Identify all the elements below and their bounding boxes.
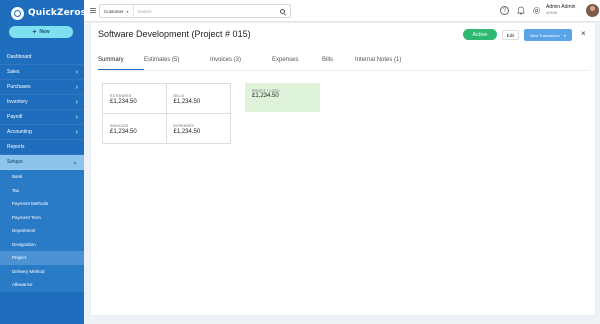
sidebar-item-label: Accounting bbox=[7, 129, 32, 135]
user-role: ADMIN bbox=[546, 11, 558, 15]
sidebar-subitem-allowance[interactable]: Allowance bbox=[0, 278, 84, 292]
close-icon[interactable]: × bbox=[581, 30, 586, 38]
search-bar: Customer ▾ bbox=[99, 4, 291, 18]
summary-value: £1,234.50 bbox=[173, 99, 201, 105]
gear-icon[interactable] bbox=[532, 6, 541, 15]
sidebar-item-dashboard[interactable]: Dashboard bbox=[0, 50, 84, 65]
chevron-right-icon: › bbox=[75, 113, 78, 121]
sidebar-subitem-project[interactable]: Project bbox=[0, 251, 84, 265]
sidebar-item-setups[interactable]: Setups ⌄ bbox=[0, 155, 84, 170]
sidebar-item-purchases[interactable]: Purchases › bbox=[0, 80, 84, 95]
summary-card-estimates[interactable]: ESTIMATES £1,234.50 bbox=[103, 84, 167, 114]
sidebar-subitem-payment-term[interactable]: Payment Term bbox=[0, 211, 84, 225]
chevron-down-icon: ⌄ bbox=[72, 158, 78, 166]
sidebar-item-accounting[interactable]: Accounting › bbox=[0, 125, 84, 140]
status-badge[interactable]: Active bbox=[463, 29, 497, 40]
sidebar-item-label: Sales bbox=[7, 69, 20, 75]
setups-submenu: Bank Tax Payment Methods Payment Term De… bbox=[0, 170, 84, 292]
bell-icon[interactable] bbox=[516, 6, 525, 15]
sidebar-item-label: Payroll bbox=[7, 114, 23, 120]
sidebar-subitem-delivery-method[interactable]: Delivery Method bbox=[0, 265, 84, 279]
sidebar-item-payroll[interactable]: Payroll › bbox=[0, 110, 84, 125]
summary-card-bills[interactable]: BILLS £1,234.50 bbox=[166, 84, 230, 114]
sidebar-item-label: Reports bbox=[7, 144, 25, 150]
sidebar-subitem-payment-methods[interactable]: Payment Methods bbox=[0, 197, 84, 211]
summary-value: £1,234.50 bbox=[252, 93, 279, 99]
tabs-divider bbox=[98, 70, 590, 71]
logo-icon bbox=[11, 6, 24, 20]
chevron-right-icon: › bbox=[75, 98, 78, 106]
sidebar-item-label: Setups bbox=[7, 159, 23, 165]
tab-bills[interactable]: Bills bbox=[322, 56, 355, 70]
summary-label: INVOICES bbox=[110, 123, 129, 128]
main-panel: Software Development (Project # 015) Act… bbox=[90, 22, 596, 316]
sidebar-item-label: Inventory bbox=[7, 99, 28, 105]
sidebar-nav: Dashboard Sales › Purchases › Inventory … bbox=[0, 50, 84, 292]
tab-expenses[interactable]: Expenses bbox=[272, 56, 322, 70]
sidebar-subitem-department[interactable]: Department bbox=[0, 224, 84, 238]
summary-label: ESTIMATES bbox=[110, 94, 132, 98]
summary-card-expenses[interactable]: EXPENSES £1,234.50 bbox=[167, 114, 231, 144]
app-name: QuickZeros bbox=[28, 8, 87, 18]
chevron-right-icon: › bbox=[75, 68, 78, 76]
tab-bar: Summary Estimates (5) Invoices (3) Expen… bbox=[98, 56, 415, 70]
summary-value: £1,234.50 bbox=[173, 128, 201, 135]
chevron-right-icon: › bbox=[75, 128, 78, 136]
search-icon[interactable] bbox=[280, 8, 285, 14]
search-type-label: Customer bbox=[104, 8, 124, 14]
summary-value: £1,234.50 bbox=[110, 128, 137, 135]
help-icon[interactable]: ? bbox=[500, 6, 509, 15]
tab-estimates[interactable]: Estimates (5) bbox=[144, 56, 210, 70]
summary-grid: ESTIMATES £1,234.50 BILLS £1,234.50 INVO… bbox=[102, 83, 231, 144]
edit-button[interactable]: Edit bbox=[502, 30, 519, 40]
top-bar: Customer ▾ ? Admin Admin ADMIN bbox=[84, 0, 600, 22]
sidebar: QuickZeros + New Dashboard Sales › Purch… bbox=[0, 0, 86, 324]
profit-loss-card: PROFIT / LOSS £1,234.50 bbox=[245, 83, 320, 112]
sidebar-item-inventory[interactable]: Inventory › bbox=[0, 95, 84, 110]
new-button-label: New bbox=[39, 29, 50, 35]
avatar[interactable] bbox=[586, 4, 599, 17]
search-input[interactable] bbox=[133, 8, 280, 14]
sidebar-item-sales[interactable]: Sales › bbox=[0, 65, 84, 80]
summary-label: EXPENSES bbox=[173, 123, 194, 128]
tab-invoices[interactable]: Invoices (3) bbox=[210, 56, 272, 70]
search-type-select[interactable]: Customer ▾ bbox=[100, 5, 134, 17]
app-logo[interactable]: QuickZeros bbox=[11, 6, 86, 20]
tab-summary[interactable]: Summary bbox=[98, 56, 144, 70]
sidebar-item-reports[interactable]: Reports bbox=[0, 140, 84, 155]
summary-value: £1,234.50 bbox=[110, 99, 137, 105]
summary-label: BILLS bbox=[173, 94, 185, 98]
user-info[interactable]: Admin Admin ADMIN bbox=[546, 4, 575, 15]
new-transaction-button[interactable]: New Transaction ▾ bbox=[524, 29, 572, 41]
sidebar-subitem-tax[interactable]: Tax bbox=[0, 184, 84, 198]
chevron-right-icon: › bbox=[75, 83, 78, 91]
sidebar-subitem-bank[interactable]: Bank bbox=[0, 170, 84, 184]
summary-card-invoices[interactable]: INVOICES £1,234.50 bbox=[103, 113, 167, 143]
page-title: Software Development (Project # 015) bbox=[98, 29, 251, 39]
menu-toggle-icon[interactable] bbox=[90, 8, 96, 13]
new-transaction-label: New Transaction bbox=[530, 32, 560, 38]
tab-internal-notes[interactable]: Internal Notes (1) bbox=[355, 56, 415, 70]
sidebar-item-label: Purchases bbox=[7, 84, 31, 90]
chevron-down-icon: ▾ bbox=[563, 32, 566, 38]
plus-icon: + bbox=[32, 28, 37, 36]
new-button[interactable]: + New bbox=[9, 26, 73, 38]
chevron-down-icon: ▾ bbox=[126, 8, 129, 14]
sidebar-subitem-designation[interactable]: Designation bbox=[0, 238, 84, 252]
sidebar-item-label: Dashboard bbox=[7, 54, 32, 60]
user-name: Admin Admin bbox=[546, 4, 576, 10]
